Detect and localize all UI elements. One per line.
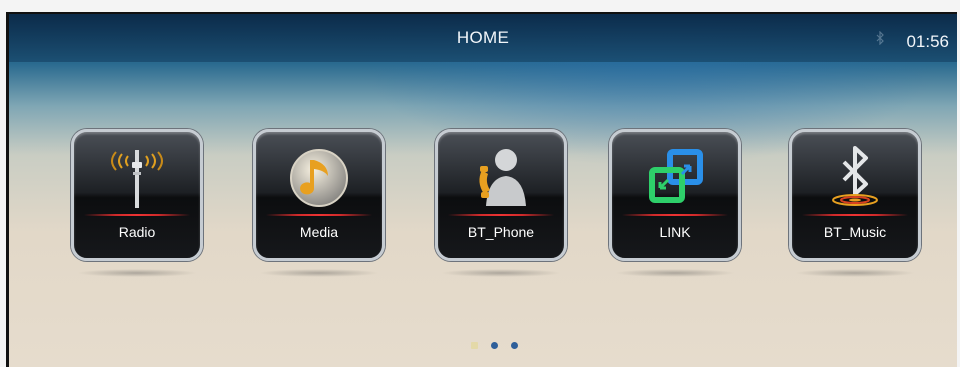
app-tile: BT_Phone — [435, 129, 567, 261]
tile-reflection — [77, 269, 197, 277]
status-bar: HOME 01:56 — [9, 14, 957, 62]
app-label-bt-phone: BT_Phone — [467, 224, 535, 240]
app-tile: BT_Music — [789, 129, 921, 261]
music-note-icon — [290, 149, 348, 207]
radio-tower-icon — [111, 150, 163, 208]
bluetooth-icon — [832, 146, 878, 206]
tile-reflection — [259, 269, 379, 277]
page-title: HOME — [456, 28, 510, 47]
app-media-button[interactable]: Media — [253, 129, 385, 277]
app-link-button[interactable]: LINK — [609, 129, 741, 277]
home-screen: HOME 01:56 Radio Media BT_Phone LINK BT_… — [6, 12, 957, 367]
app-label-radio: Radio — [118, 224, 156, 240]
tile-reflection — [441, 269, 561, 277]
phone-contact-icon — [479, 149, 526, 206]
app-tile: LINK — [609, 129, 741, 261]
tile-reflection — [795, 269, 915, 277]
app-label-link: LINK — [659, 224, 691, 240]
app-radio-button[interactable]: Radio — [71, 129, 203, 277]
app-label-bt-music: BT_Music — [823, 224, 887, 240]
app-bt-music-button[interactable]: BT_Music — [789, 129, 921, 277]
app-tile: Radio — [71, 129, 203, 261]
link-squares-icon — [649, 149, 703, 203]
app-grid: Radio Media BT_Phone LINK BT_Music — [71, 129, 921, 279]
page-indicator — [471, 342, 531, 352]
bluetooth-status-icon — [876, 31, 884, 45]
app-label-media: Media — [299, 224, 339, 240]
app-tile: Media — [253, 129, 385, 261]
tile-reflection — [615, 269, 735, 277]
page-dot-1[interactable] — [471, 342, 478, 349]
page-dot-2[interactable] — [491, 342, 498, 349]
app-bt-phone-button[interactable]: BT_Phone — [435, 129, 567, 277]
page-dot-3[interactable] — [511, 342, 518, 349]
clock: 01:56 — [906, 32, 949, 51]
